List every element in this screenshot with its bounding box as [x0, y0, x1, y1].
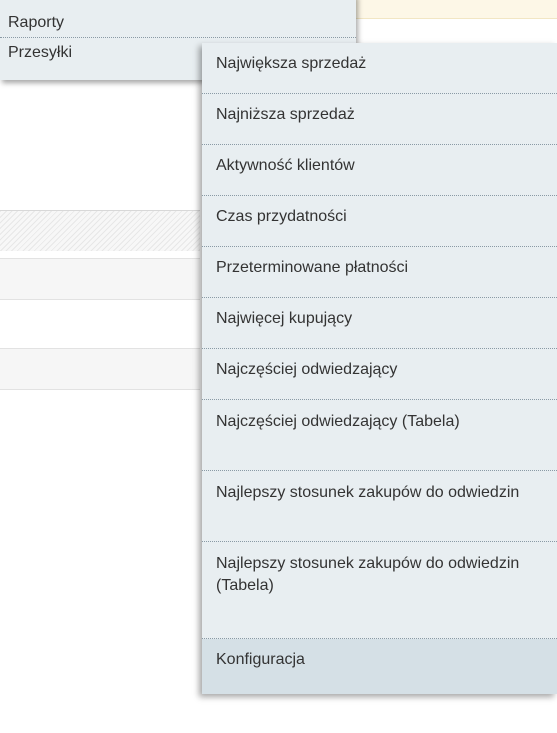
submenu-item-aktywnosc-klientow[interactable]: Aktywność klientów — [202, 145, 557, 196]
table-header-hatch — [0, 210, 200, 251]
submenu-item-najlepszy-stosunek[interactable]: Najlepszy stosunek zakupów do odwiedzin — [202, 471, 557, 542]
reports-submenu: Największa sprzedaż Najniższa sprzedaż A… — [202, 43, 557, 694]
submenu-item-najczesciej-odwiedzajacy-tabela[interactable]: Najczęściej odwiedzający (Tabela) — [202, 400, 557, 471]
submenu-item-najwieksza-sprzedaz[interactable]: Największa sprzedaż — [202, 43, 557, 94]
submenu-item-najczesciej-odwiedzajacy[interactable]: Najczęściej odwiedzający — [202, 349, 557, 400]
submenu-item-przeterminowane-platnosci[interactable]: Przeterminowane płatności — [202, 247, 557, 298]
page-header-strip — [355, 0, 557, 19]
submenu-item-najlepszy-stosunek-tabela[interactable]: Najlepszy stosunek zakupów do odwiedzin … — [202, 542, 557, 639]
submenu-item-czas-przydatnosci[interactable]: Czas przydatności — [202, 196, 557, 247]
submenu-item-konfiguracja[interactable]: Konfiguracja — [202, 639, 557, 694]
table-row — [0, 348, 200, 390]
menu-item-raporty[interactable]: Raporty — [0, 0, 356, 38]
submenu-item-najwiecej-kupujacy[interactable]: Najwięcej kupujący — [202, 298, 557, 349]
table-row — [0, 258, 200, 300]
submenu-item-najnizsza-sprzedaz[interactable]: Najniższa sprzedaż — [202, 94, 557, 145]
